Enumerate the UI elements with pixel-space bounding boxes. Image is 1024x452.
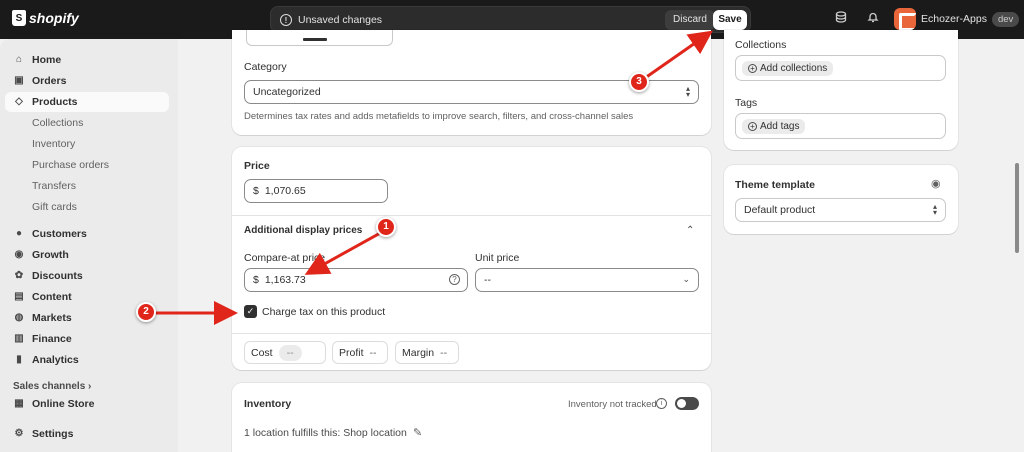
annotation-badge-1: 1 (376, 217, 396, 237)
arrow-3 (644, 30, 713, 80)
annotation-badge-3: 3 (629, 72, 649, 92)
annotation-arrows (155, 30, 713, 325)
arrow-1 (304, 230, 383, 275)
annotation-badge-2: 2 (136, 302, 156, 322)
